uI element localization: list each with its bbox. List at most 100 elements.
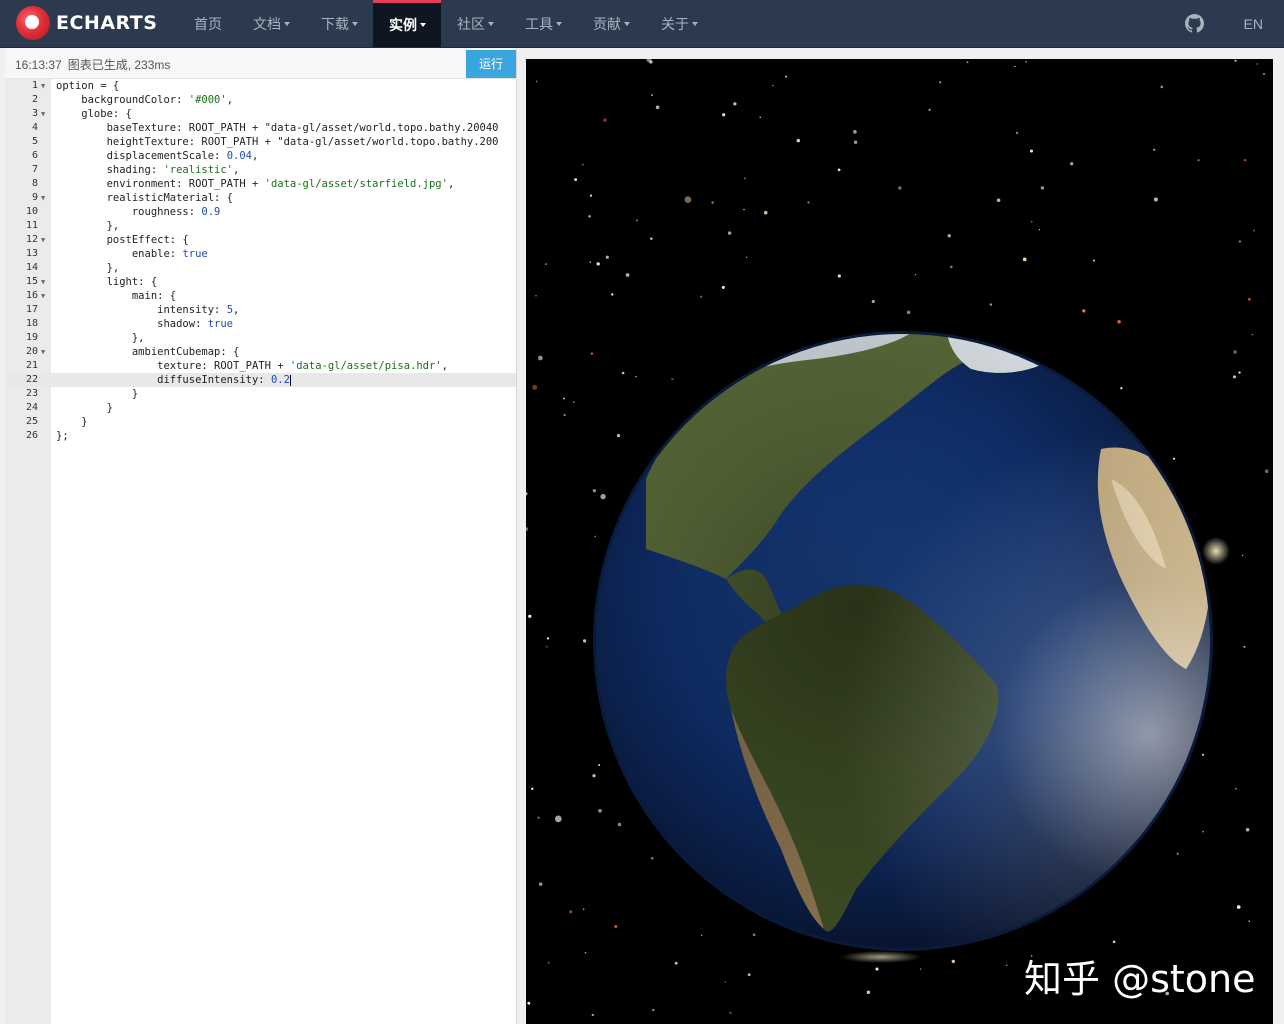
star	[546, 645, 548, 648]
code-line[interactable]: 1 ▼ option = {	[5, 79, 516, 93]
star	[563, 397, 566, 400]
code-line[interactable]: 22 diffuseIntensity: 0.2	[5, 373, 516, 387]
code-text: },	[56, 332, 145, 344]
star	[1197, 159, 1200, 162]
star	[947, 234, 951, 238]
star	[589, 261, 592, 263]
star	[796, 138, 801, 143]
nav-item-3[interactable]: 实例	[373, 0, 441, 47]
star	[746, 256, 748, 258]
code-line[interactable]: 7 shading: 'realistic',	[5, 163, 516, 177]
language-switch[interactable]: EN	[1244, 16, 1263, 32]
line-number: 11	[25, 220, 38, 231]
star	[1256, 63, 1259, 65]
star	[594, 535, 596, 538]
fold-toggle-icon[interactable]: ▼	[41, 79, 45, 93]
code-text: roughness: 0.9	[56, 206, 221, 218]
star	[989, 303, 993, 306]
star	[1251, 333, 1254, 336]
echarts-logo[interactable]: ECHARTS	[16, 6, 157, 40]
fold-toggle-icon[interactable]: ▼	[41, 191, 45, 205]
star	[650, 237, 653, 240]
code-line[interactable]: 15 ▼ light: {	[5, 275, 516, 289]
star	[772, 84, 774, 87]
nav-item-1[interactable]: 文档	[237, 0, 305, 47]
line-number: 9	[31, 192, 38, 203]
code-line[interactable]: 20 ▼ ambientCubemap: {	[5, 345, 516, 359]
star	[535, 80, 538, 83]
line-number: 19	[25, 332, 38, 343]
line-number: 17	[25, 304, 38, 315]
star	[724, 981, 726, 983]
code-line[interactable]: 24 }	[5, 401, 516, 415]
star	[526, 492, 528, 496]
star	[966, 61, 969, 64]
chart-canvas[interactable]	[526, 59, 1273, 1024]
nav-item-7[interactable]: 关于	[645, 0, 713, 47]
code-line[interactable]: 2 backgroundColor: '#000',	[5, 93, 516, 107]
nav-item-6[interactable]: 贡献	[577, 0, 645, 47]
code-line[interactable]: 16 ▼ main: {	[5, 289, 516, 303]
code-line[interactable]: 12 ▼ postEffect: {	[5, 233, 516, 247]
star	[1082, 309, 1086, 313]
code-line[interactable]: 18 shadow: true	[5, 317, 516, 331]
code-line[interactable]: 23 }	[5, 387, 516, 401]
line-number: 21	[25, 360, 38, 371]
code-line[interactable]: 25 }	[5, 415, 516, 429]
code-line[interactable]: 9 ▼ realisticMaterial: {	[5, 191, 516, 205]
star	[655, 105, 660, 110]
star	[743, 208, 745, 211]
fold-toggle-icon[interactable]: ▼	[41, 345, 45, 359]
code-text: }	[56, 388, 139, 400]
run-button[interactable]: 运行	[466, 50, 516, 78]
code-lines: 1 ▼ option = {2 backgroundColor: '#000', 3 ▼…	[5, 79, 516, 443]
code-panel: 16:13:37 图表已生成, 233ms 运行 1 ▼ option = {2 ba…	[5, 48, 517, 1024]
line-number: 24	[25, 402, 38, 413]
code-text: };	[56, 430, 69, 442]
star	[807, 201, 810, 204]
code-line[interactable]: 17 intensity: 5,	[5, 303, 516, 317]
star	[547, 961, 550, 964]
code-line[interactable]: 14 },	[5, 261, 516, 275]
star	[614, 925, 618, 928]
code-line[interactable]: 3 ▼ globe: {	[5, 107, 516, 121]
star	[671, 377, 674, 381]
star	[752, 933, 756, 937]
echarts-logo-icon	[16, 6, 50, 40]
fold-toggle-icon[interactable]: ▼	[41, 107, 45, 121]
code-line[interactable]: 6 displacementScale: 0.04,	[5, 149, 516, 163]
code-line[interactable]: 5 heightTexture: ROOT_PATH + "data-gl/as…	[5, 135, 516, 149]
star	[531, 787, 534, 790]
code-line[interactable]: 4 baseTexture: ROOT_PATH + "data-gl/asse…	[5, 121, 516, 135]
fold-toggle-icon[interactable]: ▼	[41, 233, 45, 247]
star	[546, 637, 550, 640]
nav-item-4[interactable]: 社区	[441, 0, 509, 47]
logo-text: ECHARTS	[56, 12, 158, 34]
code-text: option = {	[56, 80, 120, 92]
star	[1025, 60, 1027, 63]
fold-toggle-icon[interactable]: ▼	[41, 289, 45, 303]
nav-item-5[interactable]: 工具	[509, 0, 577, 47]
code-line[interactable]: 8 environment: ROOT_PATH + 'data-gl/asse…	[5, 177, 516, 191]
code-line[interactable]: 19 },	[5, 331, 516, 345]
nav-item-2[interactable]: 下载	[305, 0, 373, 47]
star	[589, 194, 593, 197]
github-icon[interactable]	[1184, 14, 1204, 33]
code-line[interactable]: 13 enable: true	[5, 247, 516, 261]
code-line[interactable]: 11 },	[5, 219, 516, 233]
nav-item-0[interactable]: 首页	[178, 0, 237, 47]
star	[1005, 964, 1008, 967]
star	[1117, 320, 1121, 324]
code-editor[interactable]: 1 ▼ option = {2 backgroundColor: '#000', 3 ▼…	[5, 79, 516, 1024]
code-line[interactable]: 10 roughness: 0.9	[5, 205, 516, 219]
star	[617, 822, 622, 827]
code-line[interactable]: 21 texture: ROOT_PATH + 'data-gl/asset/p…	[5, 359, 516, 373]
line-number: 20	[25, 346, 38, 357]
code-line[interactable]: 26};	[5, 429, 516, 443]
star	[528, 614, 532, 618]
fold-toggle-icon[interactable]: ▼	[41, 275, 45, 289]
star	[582, 639, 587, 643]
star	[1243, 158, 1247, 162]
star	[611, 293, 614, 296]
line-number: 25	[25, 416, 38, 427]
